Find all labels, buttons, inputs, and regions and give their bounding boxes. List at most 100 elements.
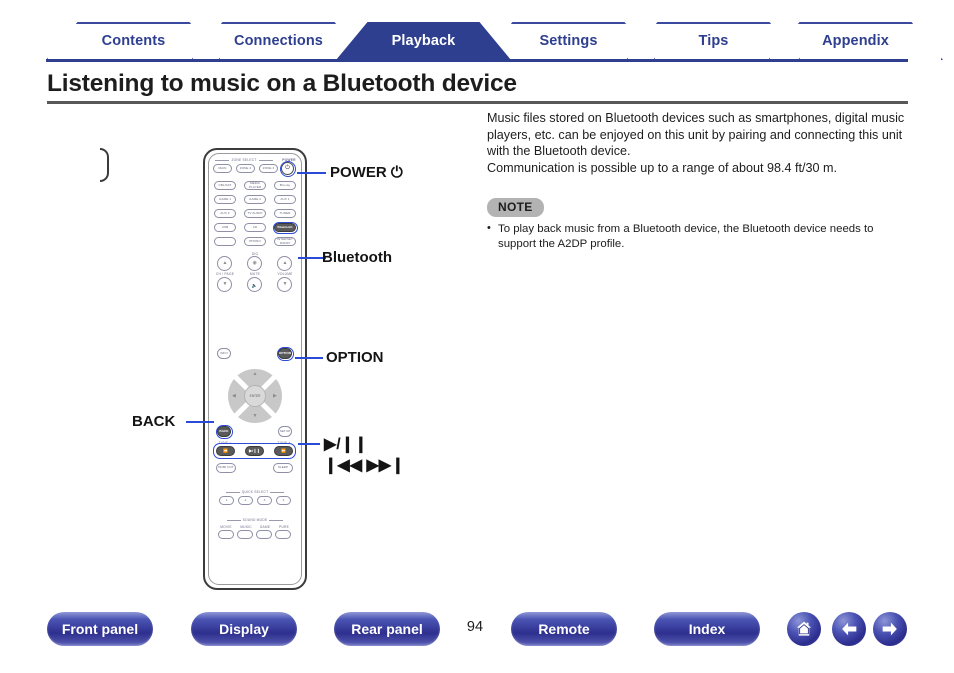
arrow-left-icon[interactable] [832, 612, 866, 646]
mute-label: MUTE [249, 272, 261, 276]
remote-button-tv-audio[interactable]: TV AUDIO [244, 209, 266, 218]
remote-button-aux2[interactable]: AUX 2 [214, 209, 236, 218]
remote-button-setup[interactable]: SETUP [278, 426, 292, 437]
tab-label: Appendix [822, 33, 889, 49]
remote-button-quick-select-3[interactable]: 3 [257, 496, 272, 505]
footer-button-display[interactable]: Display [191, 612, 297, 646]
remote-button-quick-select-4[interactable]: 4 [276, 496, 291, 505]
note-list-item: To play back music from a Bluetooth devi… [487, 221, 907, 251]
sound-mode-pure-label: PURE [279, 525, 289, 529]
callout-power: POWER ⏻ [330, 164, 403, 181]
dig-aux-glyph: ◉ [252, 260, 257, 266]
tab-label: Playback [391, 33, 456, 49]
footer-button-label: Remote [538, 621, 590, 637]
remote-control-illustration: ZONE SELECT POWER MAIN ZONE 2 ZONE 3 ⏻ C… [203, 148, 307, 590]
volume-down-arrow: ▼ [282, 281, 288, 287]
cursor-down-arrow: ▼ [252, 413, 258, 419]
remote-button-blu-ray[interactable]: Blu-ray [274, 181, 296, 190]
callout-bluetooth: Bluetooth [322, 249, 392, 266]
cursor-left-arrow: ◀ [232, 392, 236, 399]
remote-button-sleep[interactable]: SLEEP [273, 463, 293, 473]
tab-label: Contents [101, 33, 166, 49]
footer-button-index[interactable]: Index [654, 612, 760, 646]
footer-button-label: Display [219, 621, 269, 637]
page-number: 94 [466, 619, 484, 635]
back-highlight [215, 424, 233, 439]
bluetooth-highlight [272, 221, 298, 234]
remote-button-aux1[interactable]: AUX 1 [274, 195, 296, 204]
remote-button-media-player[interactable]: MEDIA PLAYER [244, 181, 266, 190]
callout-option: OPTION [326, 349, 384, 366]
arrow-right-icon[interactable] [873, 612, 907, 646]
intro-paragraph-2: Communication is possible up to a range … [487, 160, 838, 175]
volume-up-arrow: ▲ [282, 260, 288, 266]
footer-button-remote[interactable]: Remote [511, 612, 617, 646]
remote-side-bump [100, 148, 109, 182]
remote-button-quick-select-1[interactable]: 1 [219, 496, 234, 505]
remote-button-phono[interactable]: PHONO [244, 237, 266, 246]
home-icon[interactable] [787, 612, 821, 646]
remote-button-internet-radio[interactable]: INTERNET RADIO [274, 237, 296, 246]
tab-bar-rule [46, 59, 908, 62]
footer-button-front-panel[interactable]: Front panel [47, 612, 153, 646]
sound-mode-header: SOUND MODE [219, 518, 291, 522]
tab-label: Tips [698, 33, 729, 49]
cursor-right-arrow: ▶ [273, 392, 277, 399]
back-leader-line [186, 421, 214, 423]
cursor-up-arrow: ▲ [252, 371, 258, 377]
remote-button-info[interactable]: INFO [217, 348, 231, 359]
intro-text: Music files stored on Bluetooth devices … [487, 110, 907, 176]
sound-mode-movie-label: MOVIE [220, 525, 232, 529]
mute-icon: 🔈 [251, 282, 258, 288]
footer-nav-bar: Front panel Display Rear panel 94 Remote… [0, 612, 954, 668]
footer-button-rear-panel[interactable]: Rear panel [334, 612, 440, 646]
footer-button-label: Rear panel [351, 621, 423, 637]
remote-button-usb[interactable]: USB [214, 223, 236, 232]
page-title: Listening to music on a Bluetooth device [47, 70, 517, 97]
remote-button-tuner[interactable]: TUNER [274, 209, 296, 218]
intro-paragraph-1: Music files stored on Bluetooth devices … [487, 111, 905, 159]
power-leader-line [297, 172, 326, 174]
remote-button-game1[interactable]: GAME 1 [214, 195, 236, 204]
remote-button-zone2[interactable]: ZONE 2 [236, 164, 255, 173]
remote-button-sound-mode-music[interactable] [237, 530, 253, 539]
option-leader-line [295, 357, 323, 359]
content-right-column: Music files stored on Bluetooth devices … [487, 110, 907, 252]
transport-highlight [213, 443, 296, 459]
callout-back: BACK [132, 413, 176, 430]
remote-button-sound-mode-pure[interactable] [275, 530, 291, 539]
sound-mode-game-label: GAME [259, 525, 271, 529]
manual-page: Contents Connections Playback Settings T… [0, 0, 954, 673]
remote-cursor-pad[interactable]: ENTER ▲ ▼ ◀ ▶ [228, 369, 282, 423]
tab-label: Connections [234, 33, 323, 49]
remote-button-sound-mode-movie[interactable] [218, 530, 234, 539]
callout-play-pause: ▶/❙❙ [324, 436, 368, 453]
top-tab-bar: Contents Connections Playback Settings T… [46, 22, 908, 62]
remote-button-hdmi-out[interactable]: HDMI OUT [216, 463, 236, 473]
note-list: To play back music from a Bluetooth devi… [487, 221, 907, 251]
zone-select-header: ZONE SELECT [213, 158, 275, 162]
volume-label: VOLUME [277, 272, 293, 276]
power-highlight [279, 160, 296, 177]
tab-appendix[interactable]: Appendix [768, 22, 943, 60]
remote-button-cbl-sat[interactable]: CBL/SAT [214, 181, 236, 190]
remote-button-quick-select-2[interactable]: 2 [238, 496, 253, 505]
ch-page-label: CH / PAGE [215, 272, 235, 276]
sound-mode-music-label: MUSIC [240, 525, 252, 529]
note-badge: NOTE [487, 198, 544, 218]
quick-select-header: QUICK SELECT [219, 490, 291, 494]
ch-page-down-arrow: ▼ [222, 281, 228, 287]
footer-button-label: Index [688, 621, 726, 637]
ch-page-up-arrow: ▲ [222, 260, 228, 266]
footer-button-label: Front panel [61, 621, 139, 637]
remote-button-main[interactable]: MAIN [213, 164, 232, 173]
remote-button-phono-left[interactable] [214, 237, 236, 246]
remote-button-enter[interactable]: ENTER [244, 385, 266, 407]
remote-button-zone3[interactable]: ZONE 3 [259, 164, 278, 173]
remote-button-game2[interactable]: GAME 2 [244, 195, 266, 204]
tab-label: Settings [539, 33, 598, 49]
remote-button-sound-mode-game[interactable] [256, 530, 272, 539]
remote-button-cd[interactable]: CD [244, 223, 266, 232]
transport-leader-line [298, 443, 320, 445]
callout-skip: ❙◀◀ ▶▶❙ [324, 457, 405, 474]
